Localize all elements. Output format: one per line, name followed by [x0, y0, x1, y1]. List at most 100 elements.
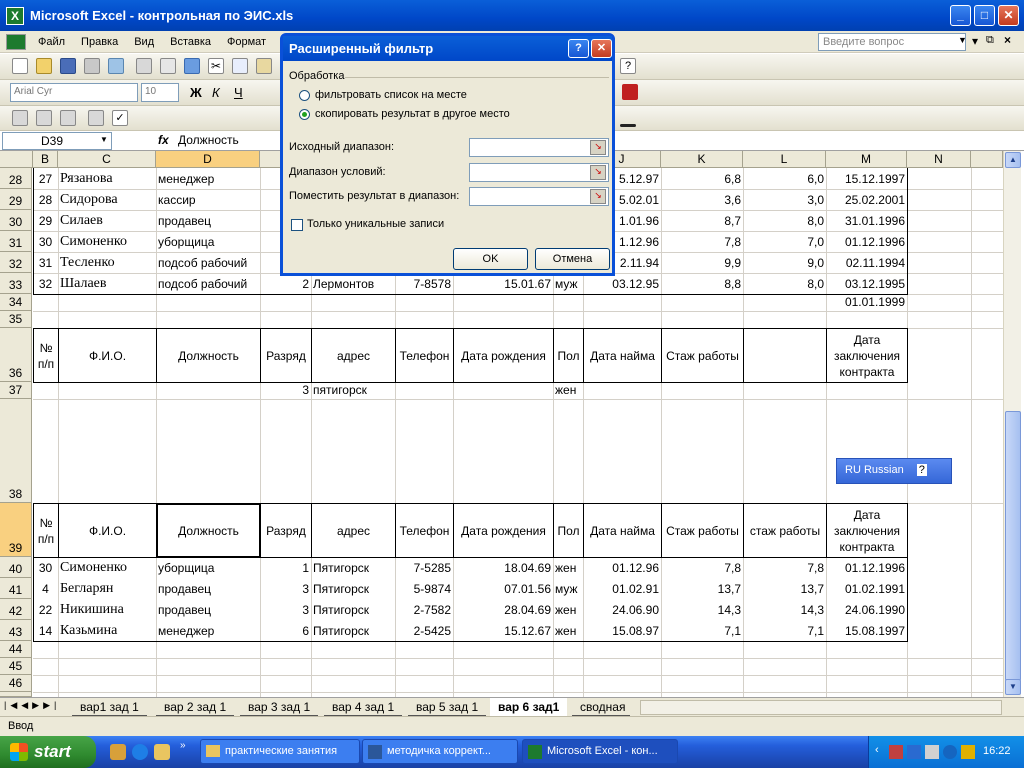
- result-header-grade[interactable]: Разряд: [260, 503, 312, 558]
- cell-position[interactable]: подсоб рабочий: [156, 275, 260, 293]
- dialog-close-button[interactable]: ✕: [591, 39, 612, 58]
- cell-contract-date[interactable]: 03.12.1995: [826, 275, 907, 293]
- cell-name[interactable]: Симоненко: [58, 233, 156, 251]
- cell-contract-date[interactable]: 01.12.1996: [826, 233, 907, 251]
- result-name[interactable]: Никишина: [58, 601, 156, 619]
- row-header[interactable]: 45: [0, 658, 32, 675]
- cell-address[interactable]: Лермонтов: [311, 275, 395, 293]
- row-header[interactable]: 44: [0, 641, 32, 658]
- cell-name[interactable]: Силаев: [58, 212, 156, 230]
- result-experience[interactable]: 14,3: [661, 601, 743, 619]
- result-experience-rounded[interactable]: 14,3: [743, 601, 826, 619]
- toolbar-icon-c[interactable]: [60, 110, 76, 126]
- column-header-n[interactable]: N: [907, 151, 971, 168]
- help-search-input[interactable]: Введите вопрос: [818, 33, 966, 51]
- open-icon[interactable]: [36, 58, 52, 74]
- row-header[interactable]: 33: [0, 273, 32, 294]
- result-phone[interactable]: 5-9874: [395, 580, 453, 598]
- result-header-name[interactable]: Ф.И.О.: [58, 503, 157, 558]
- tab-var2[interactable]: вар 2 зад 1: [156, 698, 235, 716]
- scroll-down-button[interactable]: ▼: [1005, 679, 1021, 695]
- cell-position[interactable]: продавец: [156, 212, 260, 230]
- result-experience-rounded[interactable]: 7,1: [743, 622, 826, 640]
- result-name[interactable]: Казьмина: [58, 622, 156, 640]
- criteria-header-phone[interactable]: Телефон: [395, 328, 454, 383]
- result-gender[interactable]: жен: [553, 559, 583, 577]
- task-excel[interactable]: Microsoft Excel - кон...: [522, 739, 678, 764]
- cell-experience[interactable]: 9,9: [661, 254, 743, 272]
- result-header-position-selected[interactable]: Должность: [156, 503, 261, 558]
- collapse-criteria-icon[interactable]: ↘: [590, 165, 606, 180]
- toolbar-icon-b[interactable]: [36, 110, 52, 126]
- cut-icon[interactable]: ✂: [208, 58, 224, 74]
- menu-edit[interactable]: Правка: [73, 36, 126, 48]
- result-gender[interactable]: муж: [553, 580, 583, 598]
- toolbar-icon-a[interactable]: [12, 110, 28, 126]
- row-header[interactable]: 39: [0, 503, 32, 557]
- row-header[interactable]: 32: [0, 252, 32, 273]
- result-position[interactable]: уборщица: [156, 559, 260, 577]
- close-button[interactable]: ✕: [998, 5, 1019, 26]
- name-box-dropdown-icon[interactable]: ▼: [100, 135, 108, 144]
- cell-number[interactable]: 32: [33, 275, 58, 293]
- cell-position[interactable]: менеджер: [156, 170, 260, 188]
- tab-scroll-arrows[interactable]: |◀◀▶▶|: [4, 700, 60, 711]
- new-icon[interactable]: [12, 58, 28, 74]
- result-name[interactable]: Бегларян: [58, 580, 156, 598]
- result-experience-rounded[interactable]: 13,7: [743, 580, 826, 598]
- result-header-phone[interactable]: Телефон: [395, 503, 454, 558]
- collapse-source-icon[interactable]: ↘: [590, 140, 606, 155]
- criteria-header-hire-date[interactable]: Дата найма: [583, 328, 662, 383]
- filter-in-place-radio[interactable]: [299, 90, 310, 101]
- task-practical[interactable]: практические занятия: [200, 739, 360, 764]
- cell-experience[interactable]: 8,7: [661, 212, 743, 230]
- cell-experience-rounded[interactable]: 3,0: [743, 191, 826, 209]
- unique-records-checkbox[interactable]: [291, 219, 303, 231]
- paste-icon[interactable]: [256, 58, 272, 74]
- cell-experience-rounded[interactable]: 8,0: [743, 275, 826, 293]
- bold-icon[interactable]: Ж: [190, 85, 202, 100]
- result-header-hire-date[interactable]: Дата найма: [583, 503, 662, 558]
- cell-gender[interactable]: муж: [553, 275, 583, 293]
- cell-contract-date[interactable]: 01.01.1999: [826, 294, 907, 311]
- font-size-select[interactable]: 10: [141, 83, 179, 102]
- result-header-number[interactable]: № п/п: [33, 503, 59, 558]
- result-header-birth-date[interactable]: Дата рождения: [453, 503, 554, 558]
- help-icon[interactable]: ?: [916, 464, 927, 476]
- cell-contract-date[interactable]: 02.11.1994: [826, 254, 907, 272]
- column-header-b[interactable]: B: [33, 151, 58, 168]
- maximize-button[interactable]: □: [974, 5, 995, 26]
- underline-icon[interactable]: Ч: [234, 85, 243, 100]
- font-color-icon[interactable]: [622, 84, 638, 100]
- document-icon[interactable]: [6, 33, 26, 50]
- result-birth-date[interactable]: 28.04.69: [453, 601, 553, 619]
- result-position[interactable]: продавец: [156, 580, 260, 598]
- row-header[interactable]: 43: [0, 620, 32, 641]
- result-number[interactable]: 22: [33, 601, 58, 619]
- cell-number[interactable]: 31: [33, 254, 58, 272]
- column-header-l[interactable]: L: [743, 151, 826, 168]
- row-header[interactable]: 37: [0, 382, 32, 399]
- task-word-doc[interactable]: методичка коррект...: [362, 739, 518, 764]
- menu-insert[interactable]: Вставка: [162, 36, 219, 48]
- criteria-header-position[interactable]: Должность: [156, 328, 261, 383]
- result-birth-date[interactable]: 15.12.67: [453, 622, 553, 640]
- line-color-icon[interactable]: [620, 124, 636, 127]
- result-address[interactable]: Пятигорск: [311, 622, 395, 640]
- result-header-contract-date[interactable]: Дата заключения контракта: [826, 503, 908, 558]
- source-range-input[interactable]: [469, 138, 609, 157]
- menu-view[interactable]: Вид: [126, 36, 162, 48]
- doc-restore-icon[interactable]: ⧉: [986, 34, 994, 47]
- vertical-scrollbar[interactable]: ▲ ▼: [1003, 151, 1021, 697]
- copy-to-location-radio[interactable]: [299, 109, 310, 120]
- expand-quicklaunch-icon[interactable]: »: [180, 740, 186, 751]
- tray-expand-icon[interactable]: ‹: [875, 744, 879, 756]
- cell-number[interactable]: 28: [33, 191, 58, 209]
- row-header[interactable]: 31: [0, 231, 32, 252]
- fx-icon[interactable]: fx: [158, 133, 169, 147]
- criteria-header-name[interactable]: Ф.И.О.: [58, 328, 157, 383]
- cell-experience[interactable]: 8,8: [661, 275, 743, 293]
- criteria-grade[interactable]: 3: [260, 382, 311, 399]
- cell-contract-date[interactable]: 31.01.1996: [826, 212, 907, 230]
- result-gender[interactable]: жен: [553, 601, 583, 619]
